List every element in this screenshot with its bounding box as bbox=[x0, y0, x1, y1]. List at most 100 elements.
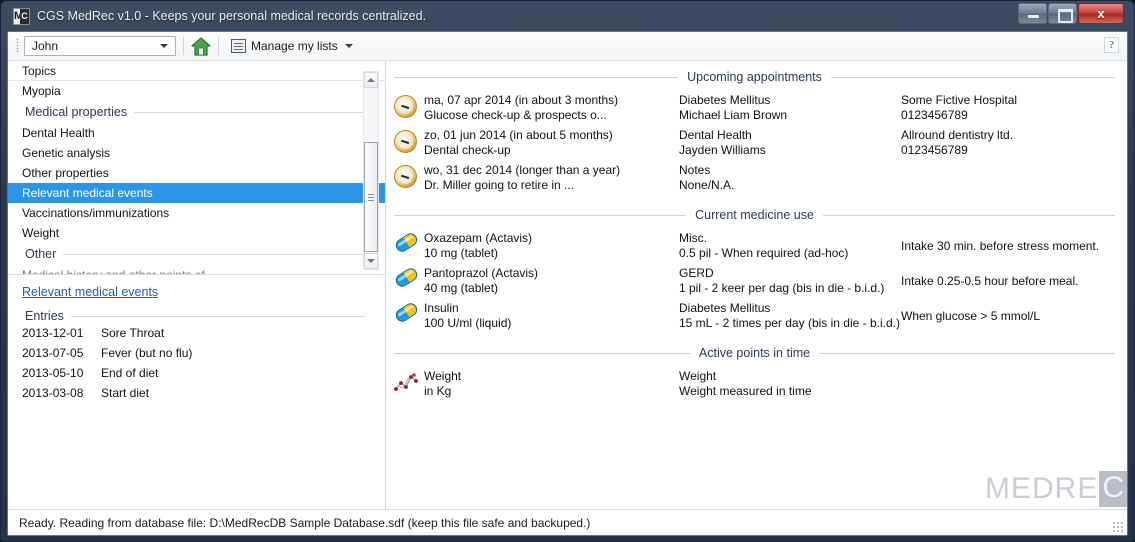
point-in-time-row[interactable]: Weight in Kg Weight Weight measured in t… bbox=[394, 369, 1115, 399]
medicine-note-wrap: When glucose > 5 mmol/L bbox=[901, 301, 1115, 324]
group-rule bbox=[63, 253, 369, 255]
section-rule-left bbox=[394, 352, 690, 354]
medicine-note-wrap: Intake 30 min. before stress moment. bbox=[901, 231, 1115, 254]
appointment-topic-person: Dental Health Jayden Williams bbox=[679, 128, 901, 158]
watermark: MEDRE C bbox=[985, 471, 1127, 507]
entry-text: Fever (but no flu) bbox=[101, 346, 193, 360]
appointment-when: wo, 31 dec 2014 (longer than a year) bbox=[424, 163, 621, 177]
person-select[interactable]: John bbox=[24, 36, 176, 56]
appointment-place: Some Fictive Hospital bbox=[901, 93, 1018, 107]
list-icon bbox=[231, 39, 246, 53]
person-select-value: John bbox=[32, 39, 59, 53]
resize-grip[interactable] bbox=[1111, 520, 1124, 533]
watermark-boxed-letter: C bbox=[1099, 471, 1127, 507]
toolbar-separator-2 bbox=[218, 37, 219, 55]
appointment-what: Dr. Miller going to retire in ... bbox=[424, 178, 575, 192]
appointment-topic-person: Diabetes Mellitus Michael Liam Brown bbox=[679, 93, 901, 123]
scatter-chart-icon bbox=[394, 369, 424, 393]
section-rule-left bbox=[394, 76, 679, 78]
appointment-phone: 0123456789 bbox=[901, 143, 968, 157]
section-title: Upcoming appointments bbox=[687, 70, 822, 84]
medicine-topic: GERD bbox=[679, 266, 714, 280]
section-rule-right bbox=[822, 214, 1115, 216]
chevron-up-icon bbox=[367, 78, 375, 82]
medicine-row[interactable]: Oxazepam (Actavis) 10 mg (tablet) Misc. … bbox=[393, 230, 1115, 261]
appointment-when-what: wo, 31 dec 2014 (longer than a year) Dr.… bbox=[424, 163, 679, 193]
capsule-icon bbox=[393, 300, 424, 325]
medicine-topic-schedule: Misc. 0.5 pil - When required (ad-hoc) bbox=[679, 231, 901, 261]
entry-text: Start diet bbox=[101, 386, 150, 400]
medicine-row[interactable]: Insulin 100 U/ml (liquid) Diabetes Melli… bbox=[393, 300, 1115, 331]
sidebar-item-genetic-analysis[interactable]: Genetic analysis bbox=[8, 143, 385, 163]
section-header-points-in-time: Active points in time bbox=[394, 342, 1116, 364]
list-item[interactable]: 2013-12-01 Sore Throat bbox=[8, 326, 385, 346]
appointment-row[interactable]: wo, 31 dec 2014 (longer than a year) Dr.… bbox=[394, 163, 1115, 193]
appointment-what: Dental check-up bbox=[424, 143, 511, 157]
appointment-when: zo, 01 jun 2014 (in about 5 months) bbox=[424, 128, 613, 142]
entry-text: Sore Throat bbox=[101, 326, 165, 340]
capsule-icon bbox=[393, 230, 424, 255]
list-item[interactable]: 2013-05-10 End of diet bbox=[8, 366, 385, 386]
help-icon-label: ? bbox=[1108, 39, 1115, 51]
scrollbar-thumb[interactable] bbox=[364, 142, 378, 252]
section-rule-right bbox=[819, 352, 1116, 354]
group-rule bbox=[134, 111, 369, 113]
appointment-when: ma, 07 apr 2014 (in about 3 months) bbox=[424, 93, 619, 107]
topics-list[interactable]: Topics Myopia Medical properties Dental … bbox=[8, 61, 385, 275]
point-name: Weight bbox=[424, 369, 462, 383]
medicine-schedule: 1 pil - 2 keer per dag (bis in die - b.i… bbox=[679, 281, 885, 295]
appointment-topic: Dental Health bbox=[679, 128, 752, 142]
title-bar[interactable]: M C CGS MedRec v1.0 - Keeps your persona… bbox=[7, 1, 1128, 31]
maximize-button[interactable] bbox=[1048, 3, 1077, 24]
scroll-up-button[interactable] bbox=[364, 72, 378, 88]
sidebar-item-relevant-medical-events[interactable]: Relevant medical events bbox=[8, 183, 385, 203]
appointment-row[interactable]: zo, 01 jun 2014 (in about 5 months) Dent… bbox=[394, 128, 1115, 158]
toolbar-grip[interactable] bbox=[16, 38, 19, 54]
sidebar-group-other: Other bbox=[8, 243, 385, 265]
sidebar-item-other-properties[interactable]: Other properties bbox=[8, 163, 385, 183]
close-icon: x bbox=[1097, 6, 1105, 21]
medicine-note: Intake 0.25-0.5 hour before meal. bbox=[901, 274, 1079, 288]
right-pane: Upcoming appointments ma, 07 apr 2014 (i… bbox=[386, 61, 1127, 509]
left-pane: Topics Myopia Medical properties Dental … bbox=[8, 61, 386, 509]
sidebar-item-myopia[interactable]: Myopia bbox=[8, 81, 385, 101]
appointment-when-what: ma, 07 apr 2014 (in about 3 months) Gluc… bbox=[424, 93, 679, 123]
sidebar-item-dental-health[interactable]: Dental Health bbox=[8, 123, 385, 143]
medicine-name-dose: Insulin 100 U/ml (liquid) bbox=[424, 301, 679, 331]
main-body: Topics Myopia Medical properties Dental … bbox=[8, 61, 1127, 509]
toolbar-separator-1 bbox=[183, 37, 184, 55]
sidebar-item-weight[interactable]: Weight bbox=[8, 223, 385, 243]
help-icon[interactable]: ? bbox=[1104, 37, 1119, 53]
home-icon[interactable] bbox=[191, 36, 211, 56]
sidebar-item-vaccinations[interactable]: Vaccinations/immunizations bbox=[8, 203, 385, 223]
point-unit: in Kg bbox=[424, 384, 452, 398]
status-bar: Ready. Reading from database file: D:\Me… bbox=[8, 509, 1127, 535]
medicine-row[interactable]: Pantoprazol (Actavis) 40 mg (tablet) GER… bbox=[393, 265, 1115, 296]
medicine-note: When glucose > 5 mmol/L bbox=[901, 309, 1041, 323]
close-button[interactable]: x bbox=[1078, 3, 1124, 24]
medicine-schedule: 0.5 pil - When required (ad-hoc) bbox=[679, 246, 849, 260]
sidebar-item-clipped[interactable]: Medical history and other points of... bbox=[8, 265, 385, 274]
section-header-medicine: Current medicine use bbox=[394, 204, 1115, 226]
appointment-what: Glucose check-up & prospects o... bbox=[424, 108, 607, 122]
toolbar: John Manage my lists ? bbox=[8, 32, 1127, 61]
section-rule-right bbox=[830, 76, 1116, 78]
manage-my-lists-label: Manage my lists bbox=[251, 39, 338, 53]
minimize-button[interactable] bbox=[1018, 3, 1047, 24]
topics-scrollbar[interactable] bbox=[363, 71, 379, 270]
entry-date: 2013-07-05 bbox=[22, 346, 84, 360]
scroll-down-button[interactable] bbox=[364, 253, 378, 269]
medicine-name: Oxazepam (Actavis) bbox=[424, 231, 533, 245]
topic-detail-title-link[interactable]: Relevant medical events bbox=[8, 285, 158, 299]
section-title: Active points in time bbox=[698, 346, 811, 360]
appointment-row[interactable]: ma, 07 apr 2014 (in about 3 months) Gluc… bbox=[394, 93, 1115, 123]
appointment-person: Michael Liam Brown bbox=[679, 108, 788, 122]
list-item[interactable]: 2013-07-05 Fever (but no flu) bbox=[8, 346, 385, 366]
application-window: M C CGS MedRec v1.0 - Keeps your persona… bbox=[0, 0, 1135, 542]
medicine-name: Pantoprazol (Actavis) bbox=[424, 266, 539, 280]
topic-detail: Relevant medical events Entries 2013-12-… bbox=[8, 275, 385, 509]
manage-my-lists-button[interactable]: Manage my lists bbox=[226, 36, 363, 57]
medicine-dose: 100 U/ml (liquid) bbox=[424, 316, 512, 330]
medicine-schedule: 15 mL - 2 times per day (bis in die - b.… bbox=[679, 316, 900, 330]
list-item[interactable]: 2013-03-08 Start diet bbox=[8, 386, 385, 406]
